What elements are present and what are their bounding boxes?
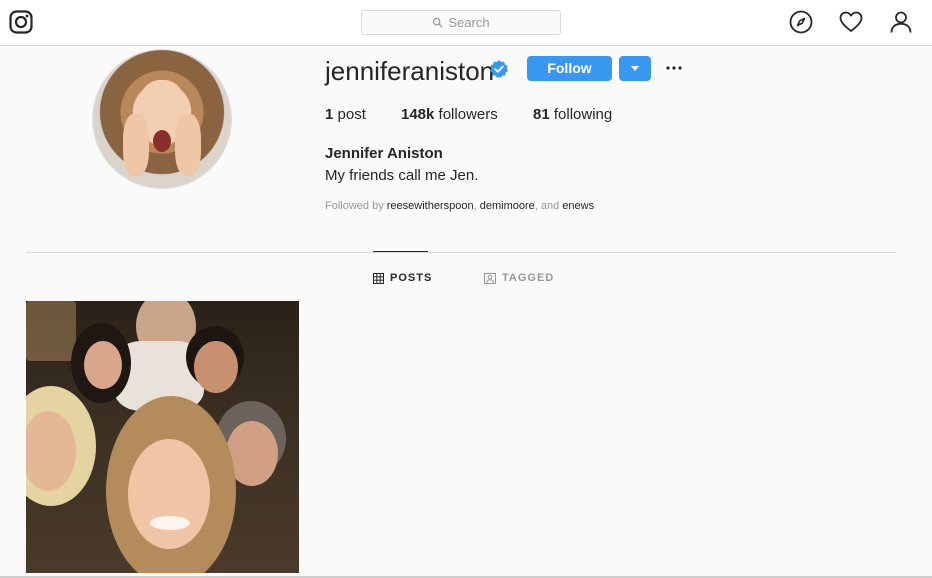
followers-count: 148k xyxy=(401,106,435,123)
search-placeholder: Search xyxy=(448,15,490,30)
instagram-logo-icon[interactable] xyxy=(9,10,33,34)
followed-by-separator: , xyxy=(473,200,477,212)
tab-tagged[interactable]: TAGGED xyxy=(484,271,554,285)
followed-by-prefix: Followed by xyxy=(325,200,384,212)
profile-full-name: Jennifer Aniston xyxy=(325,145,443,162)
avatar-hand-left xyxy=(123,114,149,176)
stat-followers[interactable]: 148k followers xyxy=(401,106,498,124)
post-thumbnail[interactable] xyxy=(26,301,299,573)
heart-icon[interactable] xyxy=(839,10,863,34)
avatar-hand-right xyxy=(175,114,201,176)
posts-label: post xyxy=(337,106,366,123)
profile-username: jenniferaniston xyxy=(325,56,495,86)
following-label: following xyxy=(553,106,613,123)
following-count: 81 xyxy=(533,106,550,123)
suggestions-dropdown-button[interactable] xyxy=(619,56,651,81)
post-face xyxy=(194,341,238,393)
profile-bio: My friends call me Jen. xyxy=(325,167,479,184)
tab-posts[interactable]: POSTS xyxy=(373,271,432,285)
top-nav: Search xyxy=(0,0,932,46)
followed-by-and: , and xyxy=(534,200,560,212)
tab-posts-label: POSTS xyxy=(390,272,433,284)
post-smile xyxy=(150,516,190,530)
more-icon[interactable] xyxy=(665,60,683,76)
active-tab-indicator xyxy=(373,251,428,252)
followed-by-account[interactable]: demimoore xyxy=(480,200,535,212)
stat-following[interactable]: 81 following xyxy=(533,106,612,124)
grid-icon xyxy=(373,272,384,284)
post-face xyxy=(128,439,210,549)
search-input[interactable]: Search xyxy=(361,10,561,35)
verified-badge-icon xyxy=(490,60,508,78)
post-bg-frame xyxy=(26,301,76,361)
user-icon[interactable] xyxy=(889,10,913,34)
tab-tagged-label: TAGGED xyxy=(502,272,555,284)
followed-by-account[interactable]: reesewitherspoon xyxy=(387,200,474,212)
search-icon xyxy=(433,17,443,28)
tag-icon xyxy=(484,272,496,284)
chevron-down-icon xyxy=(631,66,639,71)
profile-avatar xyxy=(92,49,232,189)
followed-by: Followed by reesewitherspoon, demimoore,… xyxy=(325,199,594,213)
stat-posts: 1 post xyxy=(325,106,366,124)
post-face xyxy=(84,341,122,389)
tabs-divider xyxy=(26,252,896,253)
followed-by-account[interactable]: enews xyxy=(562,200,594,212)
compass-icon[interactable] xyxy=(789,10,813,34)
posts-count: 1 xyxy=(325,106,334,123)
avatar-mouth xyxy=(153,130,171,152)
follow-button[interactable]: Follow xyxy=(527,56,612,81)
followers-label: followers xyxy=(438,106,498,123)
